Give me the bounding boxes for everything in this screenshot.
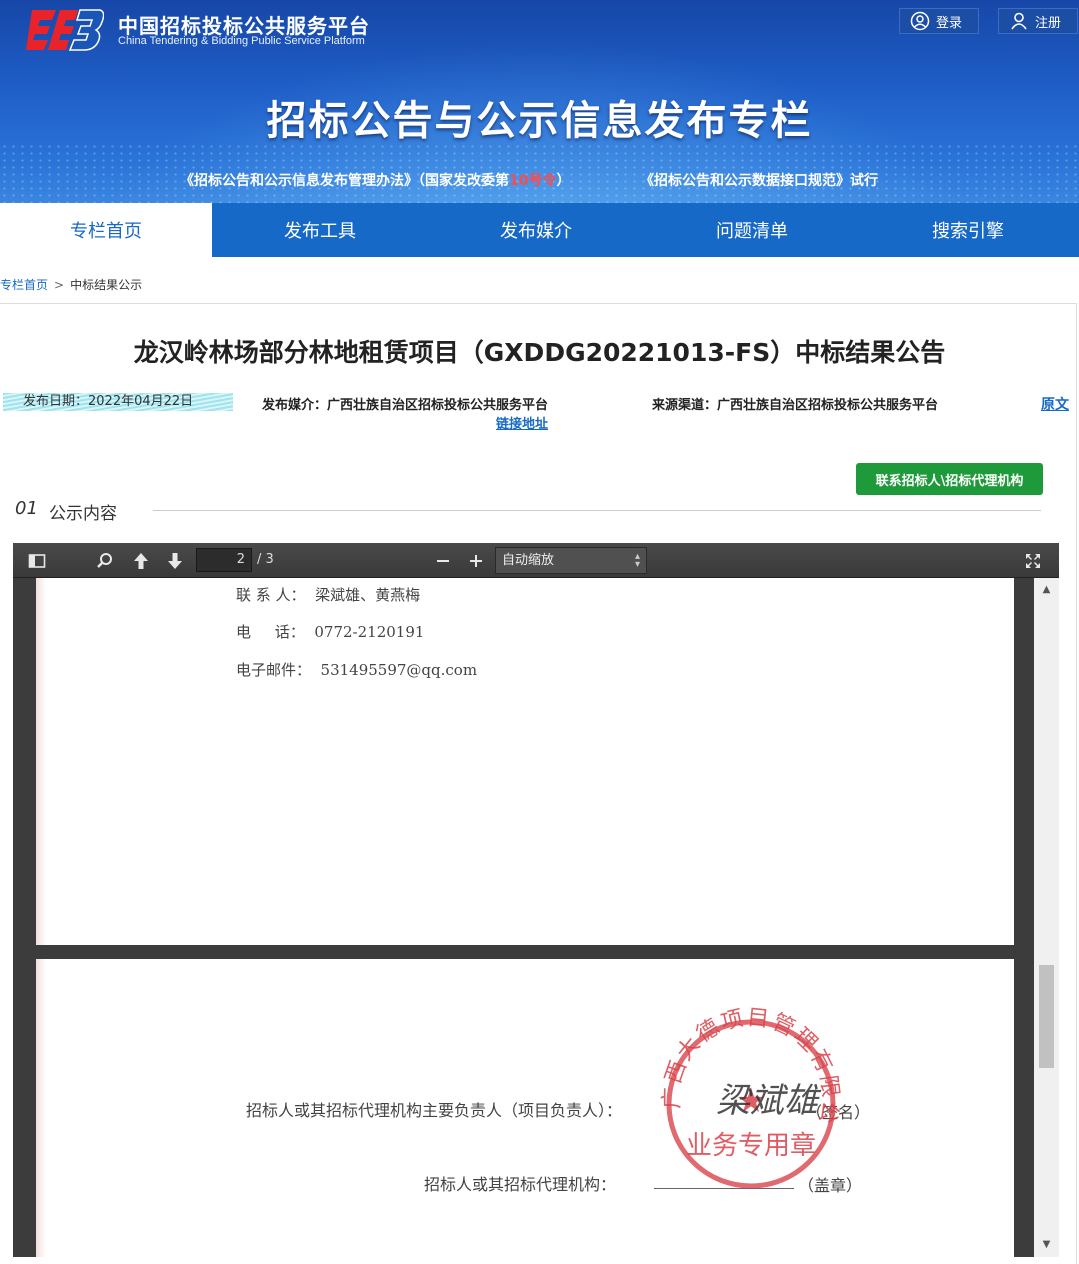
- login-label: 登录: [936, 15, 963, 31]
- header-banner: 中国招标投标公共服务平台 China Tendering & Bidding P…: [0, 0, 1079, 203]
- page-edge: [36, 959, 46, 1257]
- svg-text:业务专用章: 业务专用章: [686, 1131, 816, 1161]
- user-icon: [1011, 12, 1027, 30]
- scroll-thumb[interactable]: [1039, 965, 1054, 1068]
- main-nav: 专栏首页 发布工具 发布媒介 问题清单 搜索引擎: [0, 203, 1079, 257]
- breadcrumb: 专栏首页 > 中标结果公示: [0, 276, 142, 293]
- breadcrumb-home[interactable]: 专栏首页: [0, 278, 48, 292]
- doc-contact-person: 联 系 人： 梁斌雄、黄燕梅: [236, 586, 421, 604]
- scroll-down-arrow-icon[interactable]: ▼: [1034, 1235, 1059, 1255]
- fullscreen-icon[interactable]: [1023, 551, 1043, 571]
- nav-item-search-engine[interactable]: 搜索引擎: [860, 203, 1076, 257]
- section-divider: [153, 510, 1041, 511]
- register-label: 注册: [1035, 15, 1062, 31]
- section-number: 01: [15, 498, 38, 519]
- nav-item-publish-media[interactable]: 发布媒介: [428, 203, 644, 257]
- link-address[interactable]: 链接地址: [496, 413, 548, 432]
- chevron-updown-icon: ▴ ▾: [634, 551, 640, 570]
- nav-item-faq[interactable]: 问题清单: [644, 203, 860, 257]
- regulation-link-post: ）: [556, 173, 571, 189]
- publish-date: 发布日期：2022年04月22日: [3, 393, 233, 411]
- page-total: / 3: [257, 552, 274, 567]
- scroll-up-arrow-icon[interactable]: ▲: [1034, 580, 1059, 600]
- doc-agency-label: 招标人或其招标代理机构：: [424, 1175, 617, 1194]
- pdf-page: 联 系 人： 梁斌雄、黄燕梅 电 话： 0772-2120191 电子邮件： 5…: [36, 578, 1014, 945]
- pdf-toolbar: 2 / 3 自动缩放 ▴ ▾: [13, 543, 1059, 578]
- svg-text:梁斌雄: 梁斌雄: [716, 1081, 822, 1121]
- section-label: 公示内容: [49, 504, 117, 524]
- source-channel: 来源渠道：广西壮族自治区招标投标公共服务平台: [652, 398, 939, 413]
- doc-email: 电子邮件： 531495597@qq.com: [236, 661, 478, 679]
- nav-item-publish-tools[interactable]: 发布工具: [212, 203, 428, 257]
- site-name-en: China Tendering & Bidding Public Service…: [118, 35, 365, 47]
- banner-title: 招标公告与公示信息发布专栏: [266, 98, 813, 144]
- original-link[interactable]: 原文: [1041, 394, 1069, 414]
- search-icon[interactable]: [95, 551, 115, 571]
- pdf-viewer: 2 / 3 自动缩放 ▴ ▾ 联 系 人： 梁斌雄、黄燕梅 电 话： 0772-2…: [13, 543, 1059, 1257]
- breadcrumb-separator: >: [54, 278, 65, 292]
- user-circle-icon: [910, 11, 930, 31]
- zoom-select[interactable]: 自动缩放 ▴ ▾: [495, 547, 647, 574]
- register-button[interactable]: 注册: [998, 8, 1078, 34]
- nav-item-home[interactable]: 专栏首页: [0, 203, 212, 257]
- doc-phone: 电 话： 0772-2120191: [236, 623, 425, 641]
- breadcrumb-current: 中标结果公示: [70, 278, 143, 292]
- zoom-select-value: 自动缩放: [502, 553, 555, 568]
- pdf-scrollbar[interactable]: ▲ ▼: [1034, 578, 1059, 1257]
- company-seal: 广西大德项目管理有限公司 ★ 业务专用章 梁斌雄: [656, 1004, 841, 1189]
- login-button[interactable]: 登录: [899, 8, 979, 34]
- contact-tenderer-button[interactable]: 联系招标人\招标代理机构: [856, 463, 1043, 495]
- publish-media: 发布媒介：广西壮族自治区招标投标公共服务平台: [262, 398, 549, 413]
- article-title: 龙汉岭林场部分林地租赁项目（GXDDG20221013-FS）中标结果公告: [133, 338, 946, 367]
- regulation-number: 10号令: [509, 173, 557, 189]
- page-number-input[interactable]: 2: [196, 548, 252, 572]
- regulation-link[interactable]: 《招标公告和公示信息发布管理办法》（国家发改委第10号令）: [180, 170, 570, 190]
- platform-logo[interactable]: [26, 6, 104, 52]
- regulation-link-pre: 《招标公告和公示信息发布管理办法》（国家发改委第: [180, 173, 509, 189]
- interface-spec-link[interactable]: 《招标公告和公示数据接口规范》试行: [640, 170, 878, 190]
- pdf-page: 招标人或其招标代理机构主要负责人（项目负责人）： （签名） 招标人或其招标代理机…: [36, 959, 1014, 1257]
- sidebar-toggle-icon[interactable]: [27, 551, 47, 571]
- previous-page-icon[interactable]: [131, 551, 151, 571]
- zoom-out-icon[interactable]: [433, 551, 453, 571]
- zoom-in-icon[interactable]: [466, 551, 486, 571]
- next-page-icon[interactable]: [165, 551, 185, 571]
- page-edge: [36, 578, 46, 945]
- doc-signature-label: 招标人或其招标代理机构主要负责人（项目负责人）：: [246, 1101, 623, 1120]
